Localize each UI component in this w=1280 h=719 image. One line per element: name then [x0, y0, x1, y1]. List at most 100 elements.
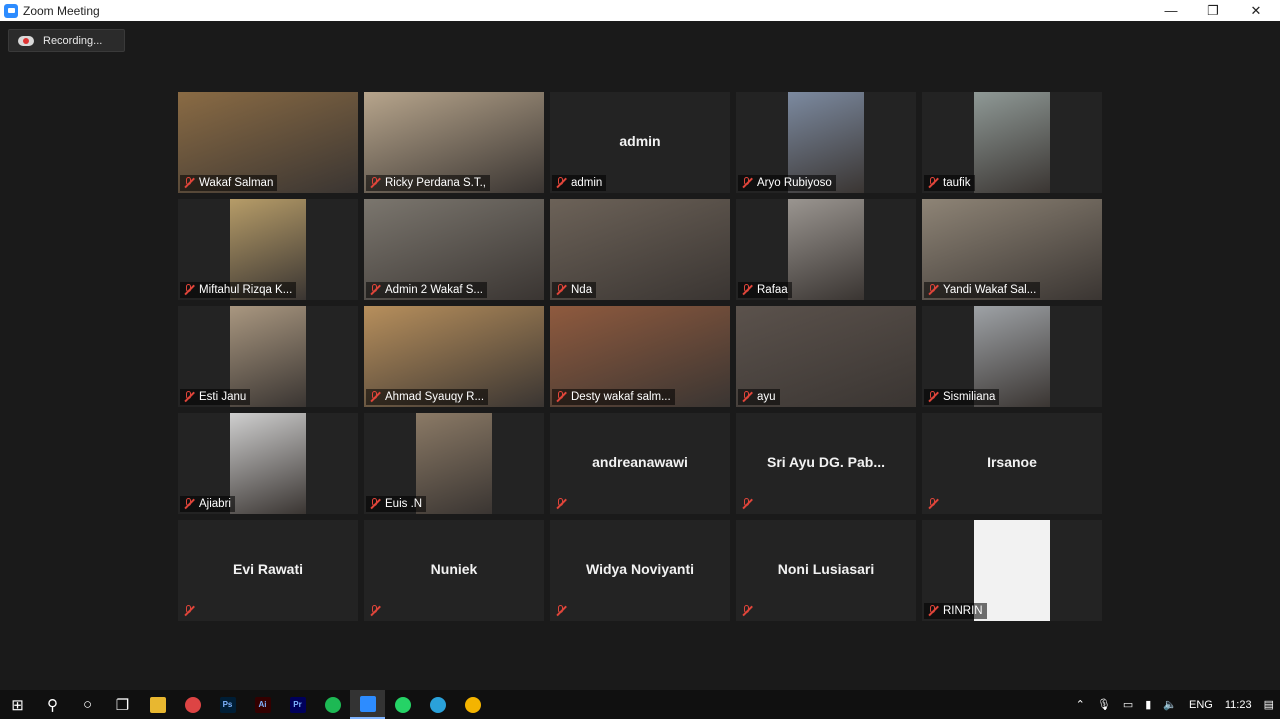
participant-tile[interactable]: Euis .N — [364, 413, 544, 514]
participant-tile[interactable]: taufik — [922, 92, 1102, 193]
muted-microphone-icon — [926, 497, 940, 511]
chevron-up-icon[interactable]: ⌃ — [1076, 698, 1085, 711]
participant-tile[interactable]: Wakaf Salman — [178, 92, 358, 193]
participant-tile[interactable]: Sri Ayu DG. Pab... — [736, 413, 916, 514]
file-explorer-icon[interactable] — [140, 690, 175, 719]
participant-tile[interactable]: Widya Noviyanti — [550, 520, 730, 621]
participant-name: Yandi Wakaf Sal... — [943, 284, 1037, 296]
muted-microphone-icon — [554, 390, 568, 404]
illustrator-icon[interactable]: Ai — [245, 690, 280, 719]
participant-name: RINRIN — [943, 605, 983, 617]
participant-tile[interactable]: admin admin — [550, 92, 730, 193]
participant-tile[interactable]: RINRIN — [922, 520, 1102, 621]
participant-tile[interactable]: ayu — [736, 306, 916, 407]
participant-tile[interactable]: Ahmad Syauqy R... — [364, 306, 544, 407]
cortana-icon[interactable]: ○ — [70, 690, 105, 719]
muted-microphone-icon — [740, 497, 754, 511]
chrome-icon[interactable] — [175, 690, 210, 719]
participant-name-label: Sismiliana — [924, 389, 1000, 405]
participant-tile[interactable]: Irsanoe — [922, 413, 1102, 514]
participant-tile[interactable]: Ajiabri — [178, 413, 358, 514]
muted-microphone-icon — [368, 497, 382, 511]
muted-microphone-icon — [554, 176, 568, 190]
participant-name-label: Nda — [552, 282, 597, 298]
recording-indicator[interactable]: Recording... — [8, 29, 125, 52]
participant-tile[interactable]: Ricky Perdana S.T., — [364, 92, 544, 193]
cloud-record-icon — [18, 35, 34, 47]
participant-tile[interactable]: Admin 2 Wakaf S... — [364, 199, 544, 300]
muted-microphone-icon — [182, 497, 196, 511]
muted-microphone-icon — [740, 283, 754, 297]
participant-tile[interactable]: Miftahul Rizqa K... — [178, 199, 358, 300]
participant-name-label — [738, 496, 761, 512]
muted-microphone-icon — [368, 283, 382, 297]
participant-name: taufik — [943, 177, 971, 189]
participant-name: admin — [571, 177, 603, 189]
participant-tile[interactable]: Evi Rawati — [178, 520, 358, 621]
muted-microphone-icon — [554, 497, 568, 511]
participant-name-label — [738, 603, 761, 619]
start-button[interactable]: ⊞ — [0, 690, 35, 719]
notifications-icon[interactable]: ▤ — [1264, 698, 1274, 711]
illustrator-icon-glyph: Ai — [254, 696, 271, 713]
participant-name: Rafaa — [757, 284, 788, 296]
participant-name-label: Ricky Perdana S.T., — [366, 175, 490, 191]
muted-microphone-icon — [740, 390, 754, 404]
participant-tile[interactable]: Noni Lusiasari — [736, 520, 916, 621]
muted-microphone-icon — [182, 390, 196, 404]
muted-microphone-icon — [926, 390, 940, 404]
premiere-icon[interactable]: Pr — [280, 690, 315, 719]
participant-name: Desty wakaf salm... — [571, 391, 671, 403]
battery-icon[interactable]: ▮ — [1145, 698, 1151, 711]
photoshop-icon-glyph: Ps — [219, 696, 236, 713]
muted-microphone-icon — [182, 604, 196, 618]
participant-name: Ajiabri — [199, 498, 231, 510]
muted-microphone-icon — [740, 176, 754, 190]
participant-tile[interactable]: Sismiliana — [922, 306, 1102, 407]
restore-button[interactable]: ❐ — [1191, 0, 1235, 21]
participant-display-name: admin — [619, 133, 661, 149]
cortana-icon-glyph: ○ — [82, 696, 93, 713]
language-indicator[interactable]: ENG — [1189, 699, 1213, 711]
participant-name-label: Miftahul Rizqa K... — [180, 282, 297, 298]
spotify-icon[interactable] — [315, 690, 350, 719]
muted-microphone-icon — [926, 283, 940, 297]
participant-tile[interactable]: Esti Janu — [178, 306, 358, 407]
zoom-icon[interactable] — [350, 690, 385, 719]
search-icon[interactable]: ⚲ — [35, 690, 70, 719]
telegram-icon[interactable] — [420, 690, 455, 719]
close-button[interactable]: ✕ — [1234, 0, 1278, 21]
participant-name-label: Wakaf Salman — [180, 175, 278, 191]
participant-tile[interactable]: Desty wakaf salm... — [550, 306, 730, 407]
participant-tile[interactable]: andreanawawi — [550, 413, 730, 514]
participant-tile[interactable]: Yandi Wakaf Sal... — [922, 199, 1102, 300]
participant-name: ayu — [757, 391, 776, 403]
photoshop-icon[interactable]: Ps — [210, 690, 245, 719]
google-drive-icon[interactable] — [455, 690, 490, 719]
participant-name: Aryo Rubiyoso — [757, 177, 832, 189]
participant-name-label: Ajiabri — [180, 496, 235, 512]
participant-tile[interactable]: Nda — [550, 199, 730, 300]
speaker-icon[interactable]: 🔈 — [1163, 698, 1177, 711]
system-tray: ⌃ 🎙 ▭ ▮ 🔈 ENG 11:23 ▤ — [1070, 690, 1280, 719]
task-view-icon[interactable]: ❐ — [105, 690, 140, 719]
minimize-button[interactable]: — — [1149, 0, 1193, 21]
network-icon[interactable]: ▭ — [1123, 698, 1133, 711]
microphone-icon[interactable]: 🎙 — [1097, 698, 1111, 711]
participant-tile[interactable]: Rafaa — [736, 199, 916, 300]
participant-tile[interactable]: Nuniek — [364, 520, 544, 621]
taskbar: ⊞ ⚲ ○ ❐ Ps Ai Pr ⌃ 🎙 ▭ ▮ 🔈 ENG 11:23 ▤ — [0, 690, 1280, 719]
participant-video — [974, 92, 1050, 193]
title-bar: Zoom Meeting — ❐ ✕ — [0, 0, 1280, 21]
recording-label: Recording... — [43, 34, 103, 47]
participant-name-label: Euis .N — [366, 496, 427, 512]
participant-name-label: Esti Janu — [180, 389, 251, 405]
chrome-icon-glyph — [184, 696, 201, 713]
participant-display-name: Nuniek — [430, 561, 478, 577]
clock[interactable]: 11:23 — [1225, 699, 1252, 711]
whatsapp-icon[interactable] — [385, 690, 420, 719]
participant-tile[interactable]: Aryo Rubiyoso — [736, 92, 916, 193]
search-icon-glyph: ⚲ — [47, 696, 58, 714]
participant-name-label: RINRIN — [924, 603, 987, 619]
participant-video — [230, 413, 306, 514]
